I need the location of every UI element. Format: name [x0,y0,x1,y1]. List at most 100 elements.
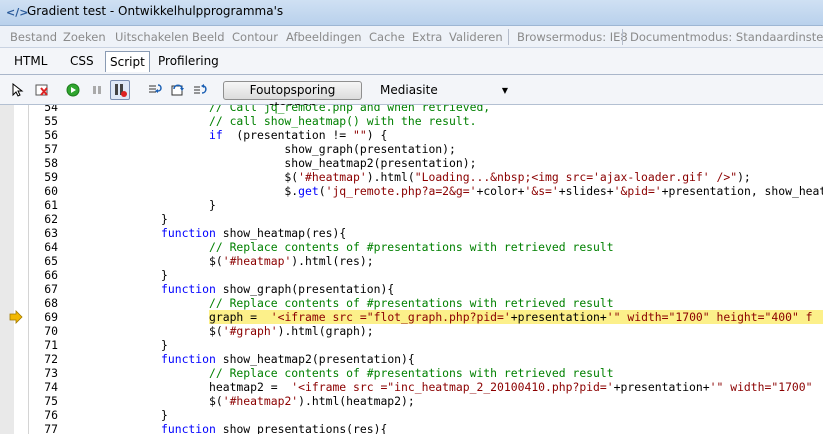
code-token: ).html(graph); [277,324,374,338]
window-title: Gradient test - Ontwikkelhulpprogramma's [27,4,284,18]
code-token: '" width="1700" [709,380,813,394]
line-number: 70 [44,324,58,338]
line-number: 65 [44,254,58,268]
script-source-select[interactable]: Mediasite ▼ [374,81,514,100]
break-on-error-icon[interactable] [110,80,130,100]
line-number: 55 [44,114,58,128]
menu-separator [508,29,509,45]
code-line: 66} [0,268,823,282]
menu-separator [622,29,623,45]
code-token: show_graph(presentation){ [215,282,395,296]
menu-contour[interactable]: Contour [232,30,278,44]
code-line: 61} [0,198,823,212]
code-text: // Replace contents of #presentations wi… [209,296,614,310]
title-bar: </> Gradient test - Ontwikkelhulpprogram… [0,0,823,26]
line-number: 76 [44,408,58,422]
step-out-icon[interactable] [193,83,207,97]
menu-uitschakelen[interactable]: Uitschakelen [115,30,189,44]
code-text: } [161,338,168,352]
code-text: // Replace contents of #presentations wi… [209,366,614,380]
code-token: function [161,352,216,366]
code-token: show_heatmap2(presentation); [257,156,477,170]
code-line: 60 $.get('jq_remote.php?a=2&g='+color+'&… [0,184,823,198]
code-token: '#heatmap' [298,170,367,184]
script-toolbar: Foutopsporing stoppen Mediasite ▼ [0,75,823,114]
line-number: 61 [44,198,58,212]
stop-debugging-button[interactable]: Foutopsporing stoppen [223,81,362,114]
code-line: 55 // call show_heatmap() with the result… [0,114,823,128]
code-token: "" [353,128,367,142]
tab-script[interactable]: Script [105,51,150,72]
code-token: '#heatmap' [222,254,292,268]
menu-afbeeldingen[interactable]: Afbeeldingen [286,30,362,44]
code-token: function [161,422,216,434]
tab-profilering[interactable]: Profilering [158,54,219,68]
code-token: '#heatmap2' [222,394,299,408]
browser-mode-menu[interactable]: Browsermodus: IE8 [517,30,628,44]
code-token: show_heatmap2(presentation){ [215,352,415,366]
line-number: 73 [44,366,58,380]
code-line: 71} [0,338,823,352]
code-line: 59 $('#heatmap').html("Loading...&nbsp;<… [0,170,823,184]
step-over-icon[interactable] [170,83,184,97]
tab-css[interactable]: CSS [70,54,94,68]
code-token: // call show_heatmap() with the result. [209,114,477,128]
menu-extra[interactable]: Extra [412,30,442,44]
code-token: $( [209,324,223,338]
line-number: 64 [44,240,58,254]
code-token: "Loading...&nbsp;<img src='ajax-loader.g… [414,170,738,184]
code-text: show_graph(presentation); [257,142,456,156]
code-token: '<iframe src ="inc_heatmap_2_20100410.ph… [291,380,614,394]
code-text: heatmap2 = '<iframe src ="inc_heatmap_2_… [209,380,813,394]
code-text: } [161,212,168,226]
code-token: $( [209,394,223,408]
code-token: '&pid=' [613,184,662,198]
code-line: 73 // Replace contents of #presentations … [0,366,823,380]
line-number: 68 [44,296,58,310]
code-token: ( [318,184,326,198]
code-token: (presentation != [222,128,354,142]
code-token: } [161,408,168,422]
code-text: function show_heatmap(res){ [161,226,346,240]
script-source-editor[interactable]: 54 // Call jq_remote.php and when retriev… [0,105,823,434]
code-token: ). [366,170,381,184]
tab-html[interactable]: HTML [14,54,47,68]
code-token: 'jq_remote.php?a=2&g=' [325,184,477,198]
menu-cache[interactable]: Cache [369,30,405,44]
line-number: 58 [44,156,58,170]
line-number: 63 [44,226,58,240]
code-text: function show_presentations(res){ [161,422,387,434]
line-number: 57 [44,142,58,156]
code-token: '" width="1700" height="400" f [606,310,813,324]
line-number: 77 [44,422,58,434]
script-source-value: Mediasite [380,83,438,97]
clear-browser-cache-icon[interactable] [35,83,49,97]
code-line: 72 function show_heatmap2(presentation){ [0,352,823,366]
code-token: +presentation+ [613,380,710,394]
start-debugging-icon[interactable] [66,83,80,97]
code-text: $('#graph').html(graph); [209,324,374,338]
menu-beeld[interactable]: Beeld [192,30,225,44]
code-token: heatmap2 = [209,380,292,394]
select-element-icon[interactable] [10,82,24,97]
menu-zoeken[interactable]: Zoeken [63,30,106,44]
code-token: show_graph(presentation); [257,142,456,156]
code-token: ) { [366,128,388,142]
chevron-down-icon: ▼ [501,86,508,95]
line-number: 60 [44,184,58,198]
menu-bar: Bestand Zoeken Uitschakelen Beeld Contou… [0,26,823,48]
code-token: } [161,268,168,282]
document-mode-menu[interactable]: Documentmodus: Standaardinstelling [630,30,823,44]
code-line: 57 show_graph(presentation); [0,142,823,156]
code-text: // call show_heatmap() with the result. [209,114,476,128]
code-token: graph = [209,310,271,324]
code-token: html( [380,170,415,184]
code-text: } [161,408,168,422]
menu-bestand[interactable]: Bestand [10,30,57,44]
line-number: 62 [44,212,58,226]
code-token: } [209,198,216,212]
menu-valideren[interactable]: Valideren [449,30,503,44]
code-token: function [161,226,216,240]
pause-icon[interactable] [90,83,104,97]
step-into-icon[interactable] [148,83,162,97]
